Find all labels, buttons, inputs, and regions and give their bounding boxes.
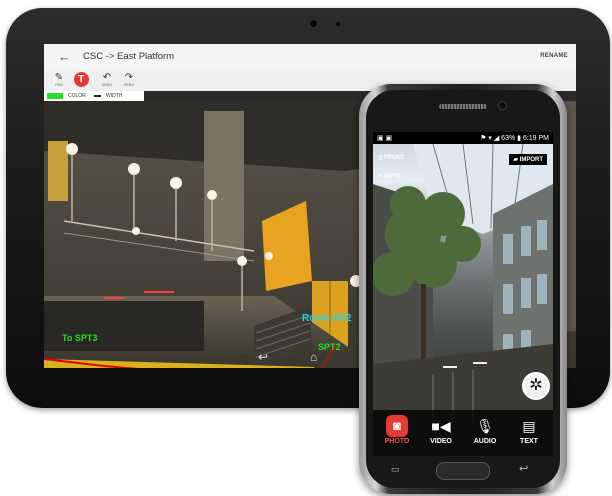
mode-text[interactable]: ▤ TEXT (509, 410, 549, 456)
undo-label: UNDO (101, 83, 113, 87)
import-label: IMPORT (519, 157, 543, 163)
phone-front-camera (499, 102, 506, 109)
mode-photo-label: PHOTO (384, 438, 410, 445)
tablet-camera (310, 20, 317, 27)
phone-speaker (439, 104, 487, 109)
pen-tool-label: PEN (55, 83, 63, 87)
status-left-icons: ▣ ▣ (377, 135, 393, 142)
auto-label: AUTO (383, 174, 401, 180)
message-icon: ▤ (522, 418, 536, 434)
phone-hardware-keys: ▭ ↩ (359, 456, 567, 486)
undo-tool[interactable]: ↶ UNDO (98, 72, 116, 87)
front-label: FRONT (383, 155, 405, 161)
microphone-icon: 🎙︎ (476, 418, 494, 434)
home-key-icon[interactable]: ⌂ (310, 350, 317, 364)
pen-icon: ✎ (54, 72, 64, 83)
status-right: ⚑ ▾ ◢ 63% ▮ 6:19 PM (480, 135, 549, 142)
mode-video-label: VIDEO (430, 438, 452, 445)
mode-photo[interactable]: ◙ PHOTO (377, 410, 417, 456)
shutter-button[interactable]: ✲ (522, 372, 550, 400)
import-button[interactable]: ▰ IMPORT (509, 154, 547, 165)
mode-audio[interactable]: 🎙︎ AUDIO (465, 410, 505, 456)
capture-mode-bar: ◙ PHOTO ■◀ VIDEO 🎙︎ AUDIO ▤ TEXT (373, 410, 553, 456)
page-title: CSC -> East Platform (83, 51, 175, 62)
auto-flash-toggle[interactable]: ϟ AUTO (379, 174, 401, 180)
width-line-icon (94, 95, 101, 97)
camera-icon: ◙ (386, 415, 408, 437)
annotation-room[interactable]: Room R42 (302, 313, 351, 324)
back-key-icon[interactable]: ↩ (519, 462, 528, 475)
aperture-icon: ✲ (529, 377, 543, 394)
home-button[interactable] (436, 462, 490, 480)
front-camera-toggle[interactable]: ▯ FRONT (379, 154, 405, 161)
status-bar: ▣ ▣ ⚑ ▾ ◢ 63% ▮ 6:19 PM (373, 132, 553, 144)
mode-text-label: TEXT (520, 438, 538, 445)
redo-label: REDO (123, 83, 135, 87)
redo-icon: ↷ (124, 72, 134, 83)
phone-screen: ▣ ▣ ⚑ ▾ ◢ 63% ▮ 6:19 PM ▯ FRONT ϟ AUTO ▰… (373, 132, 553, 456)
tool-options-bar: COLOR WIDTH (44, 91, 144, 101)
pen-tool[interactable]: ✎ PEN (50, 72, 68, 87)
mode-video[interactable]: ■◀ VIDEO (421, 410, 461, 456)
video-icon: ■◀ (431, 418, 451, 434)
text-icon: T (73, 72, 89, 87)
tablet-sensor (336, 22, 340, 26)
annotation-spt3[interactable]: To SPT3 (62, 333, 97, 343)
back-arrow-icon[interactable]: ← (58, 49, 71, 64)
undo-icon: ↶ (102, 72, 112, 83)
back-key-icon[interactable]: ↩ (258, 350, 268, 364)
mode-audio-label: AUDIO (473, 438, 497, 445)
rename-button[interactable]: RENAME (540, 53, 568, 59)
phone-device: ▣ ▣ ⚑ ▾ ◢ 63% ▮ 6:19 PM ▯ FRONT ϟ AUTO ▰… (359, 84, 567, 494)
color-swatch[interactable] (47, 93, 63, 99)
color-label[interactable]: COLOR (68, 93, 86, 99)
app-bar: ← CSC -> East Platform RENAME (44, 44, 576, 72)
text-tool[interactable]: T (72, 72, 90, 87)
width-label[interactable]: WIDTH (106, 93, 122, 99)
redo-tool[interactable]: ↷ REDO (120, 72, 138, 87)
menu-key-icon[interactable]: ▭ (391, 464, 400, 475)
